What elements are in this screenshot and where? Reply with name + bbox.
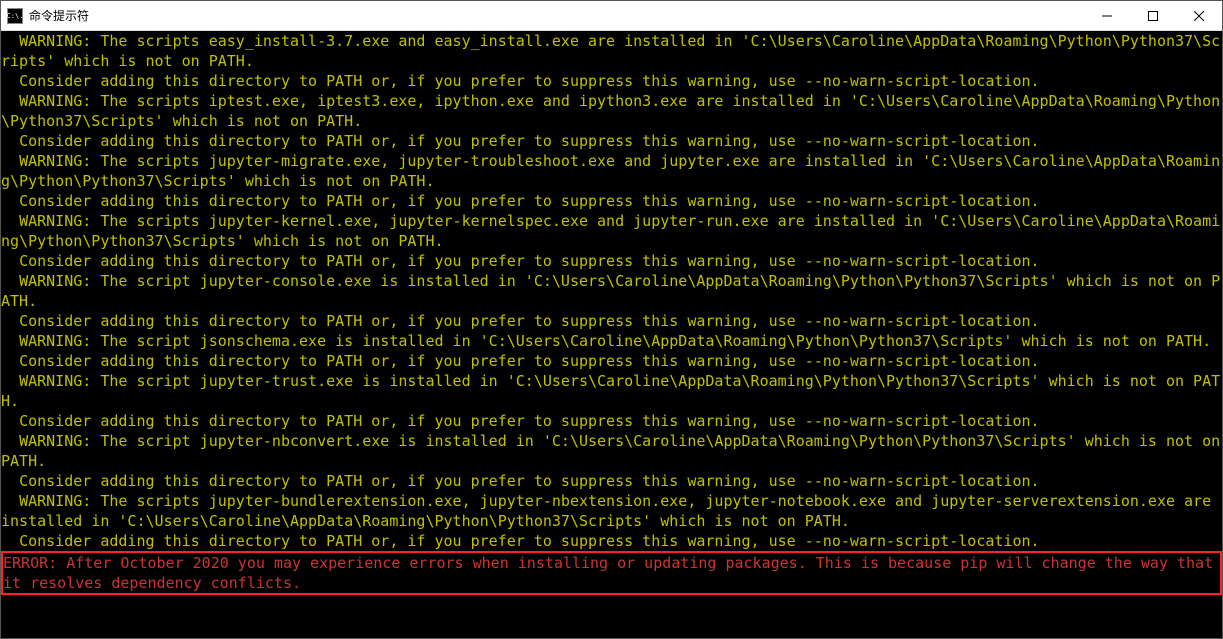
terminal-line: Consider adding this directory to PATH o… bbox=[1, 311, 1222, 331]
terminal-line: Consider adding this directory to PATH o… bbox=[1, 411, 1222, 431]
terminal-line: WARNING: The script jupyter-console.exe … bbox=[1, 271, 1222, 311]
terminal-line: WARNING: The scripts iptest.exe, iptest3… bbox=[1, 91, 1222, 131]
app-icon: C:\. bbox=[7, 8, 23, 24]
terminal-line: WARNING: The script jsonschema.exe is in… bbox=[1, 331, 1222, 351]
error-highlight-box: ERROR: After October 2020 you may experi… bbox=[1, 551, 1222, 595]
terminal-line: WARNING: The scripts jupyter-bundlerexte… bbox=[1, 491, 1222, 531]
terminal-line: Consider adding this directory to PATH o… bbox=[1, 351, 1222, 371]
window-controls bbox=[1084, 1, 1222, 31]
terminal-line: Consider adding this directory to PATH o… bbox=[1, 471, 1222, 491]
terminal-output[interactable]: WARNING: The scripts easy_install-3.7.ex… bbox=[1, 31, 1222, 638]
terminal-line: Consider adding this directory to PATH o… bbox=[1, 191, 1222, 211]
terminal-line: Consider adding this directory to PATH o… bbox=[1, 531, 1222, 551]
close-button[interactable] bbox=[1176, 1, 1222, 31]
terminal-line: WARNING: The scripts jupyter-kernel.exe,… bbox=[1, 211, 1222, 251]
terminal-line: WARNING: The scripts easy_install-3.7.ex… bbox=[1, 31, 1222, 71]
terminal-line: WARNING: The script jupyter-trust.exe is… bbox=[1, 371, 1222, 411]
minimize-button[interactable] bbox=[1084, 1, 1130, 31]
terminal-line: Consider adding this directory to PATH o… bbox=[1, 71, 1222, 91]
error-line: ERROR: After October 2020 you may experi… bbox=[3, 553, 1220, 593]
terminal-line: Consider adding this directory to PATH o… bbox=[1, 251, 1222, 271]
command-prompt-window: C:\. 命令提示符 WARNING: The scripts easy_ins… bbox=[0, 0, 1223, 639]
terminal-line: WARNING: The script jupyter-nbconvert.ex… bbox=[1, 431, 1222, 471]
window-title: 命令提示符 bbox=[29, 7, 89, 24]
terminal-line: Consider adding this directory to PATH o… bbox=[1, 131, 1222, 151]
terminal-line: WARNING: The scripts jupyter-migrate.exe… bbox=[1, 151, 1222, 191]
title-bar[interactable]: C:\. 命令提示符 bbox=[1, 1, 1222, 31]
maximize-button[interactable] bbox=[1130, 1, 1176, 31]
